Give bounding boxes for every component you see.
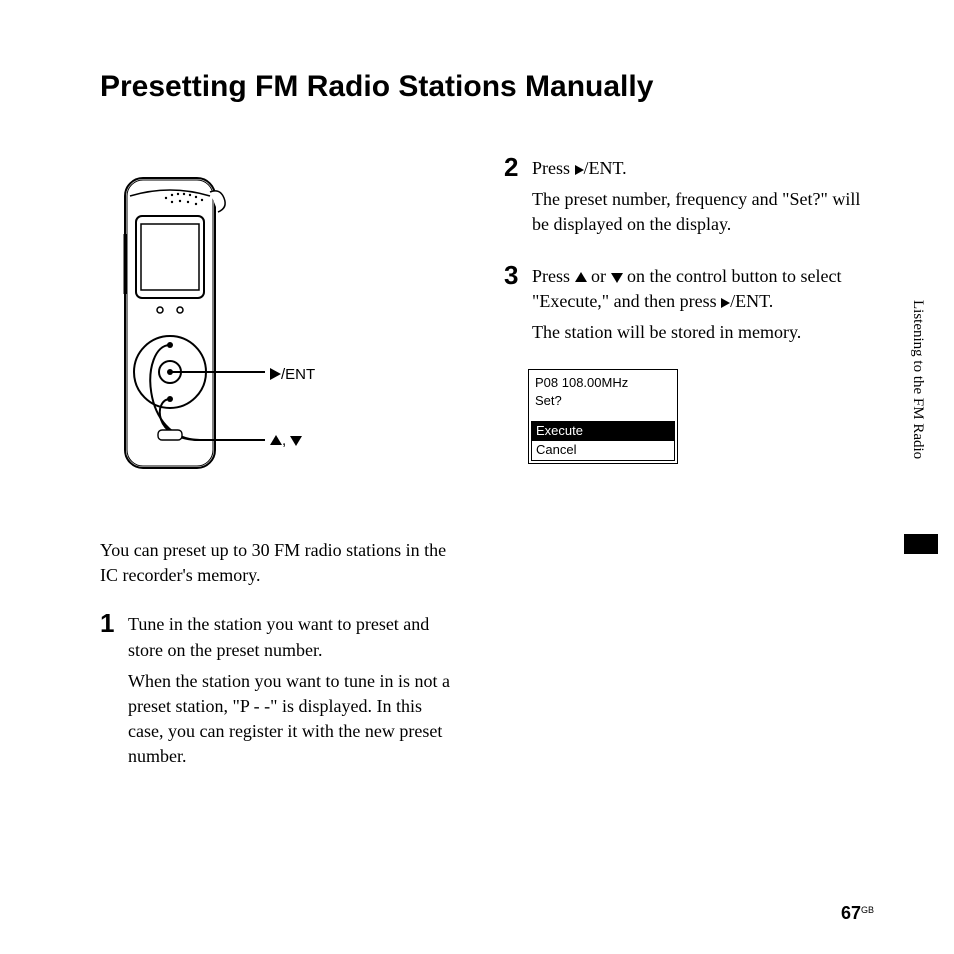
lcd-option-cancel: Cancel: [531, 441, 675, 461]
lcd-top: P08 108.00MHz Set?: [529, 374, 677, 420]
step-2-body: Press /ENT. The preset number, frequency…: [532, 154, 864, 244]
label-up-down: ,: [270, 432, 302, 449]
step-2-p1: Press /ENT.: [532, 156, 864, 181]
column-right: 2 Press /ENT. The preset number, frequen…: [504, 154, 864, 794]
step-3-p1: Press or on the control button to select…: [532, 264, 864, 314]
play-icon: [721, 298, 730, 308]
step-3-p1-b: or: [587, 266, 611, 286]
step-1-body: Tune in the station you want to preset a…: [128, 610, 460, 775]
down-arrow-icon: [290, 436, 302, 446]
up-arrow-icon: [270, 435, 282, 445]
step-1: 1 Tune in the station you want to preset…: [100, 610, 460, 775]
page-number: 67GB: [841, 903, 874, 924]
recorder-svg: [100, 154, 340, 484]
step-2-p2: The preset number, frequency and "Set?" …: [532, 187, 864, 237]
device-illustration: /ENT ,: [100, 154, 460, 484]
lcd-options: Execute Cancel: [529, 421, 677, 462]
lcd-screen: P08 108.00MHz Set? Execute Cancel: [528, 369, 678, 464]
step-3-body: Press or on the control button to select…: [532, 262, 864, 352]
section-side-block: [904, 534, 938, 554]
page-number-num: 67: [841, 903, 861, 923]
page-container: Presetting FM Radio Stations Manually: [0, 0, 954, 954]
lcd-option-execute: Execute: [531, 421, 675, 442]
column-left: /ENT , You can preset up to 30 FM radio …: [100, 154, 460, 794]
step-3-number: 3: [504, 262, 526, 352]
step-3-p1-d: /ENT.: [730, 291, 773, 311]
step-3: 3 Press or on the control button to sele…: [504, 262, 864, 352]
label-ent: /ENT: [270, 366, 315, 383]
step-1-p2: When the station you want to tune in is …: [128, 669, 460, 770]
step-2-number: 2: [504, 154, 526, 244]
lcd-line2: Set?: [535, 392, 671, 410]
step-2-p1-a: Press: [532, 158, 575, 178]
up-arrow-icon: [575, 272, 587, 282]
step-1-p1: Tune in the station you want to preset a…: [128, 612, 460, 662]
step-3-p1-a: Press: [532, 266, 575, 286]
step-1-number: 1: [100, 610, 122, 775]
label-sep: ,: [282, 432, 290, 449]
down-arrow-icon: [611, 273, 623, 283]
page-number-suffix: GB: [861, 905, 874, 915]
play-icon: [575, 165, 584, 175]
page-title: Presetting FM Radio Stations Manually: [100, 70, 874, 104]
label-ent-text: /ENT: [281, 366, 315, 383]
step-2: 2 Press /ENT. The preset number, frequen…: [504, 154, 864, 244]
step-2-p1-b: /ENT.: [584, 158, 627, 178]
two-column-layout: /ENT , You can preset up to 30 FM radio …: [100, 154, 874, 794]
step-3-p2: The station will be stored in memory.: [532, 320, 864, 345]
intro-text: You can preset up to 30 FM radio station…: [100, 538, 460, 588]
play-icon: [270, 368, 281, 380]
section-side-tab: Listening to the FM Radio: [909, 300, 926, 459]
lcd-line1: P08 108.00MHz: [535, 374, 671, 392]
